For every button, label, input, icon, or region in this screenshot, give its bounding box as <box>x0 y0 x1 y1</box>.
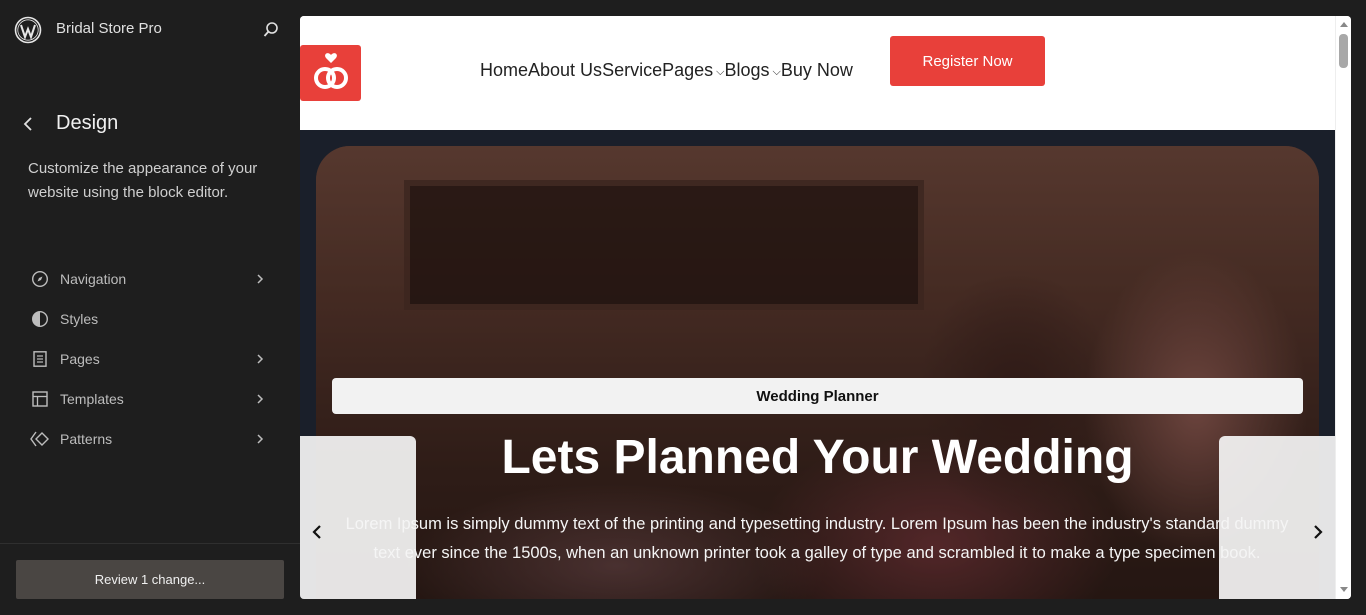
site-navigation: Home About Us Service Pages ⌵ Blogs ⌵ Buy … <box>480 60 853 81</box>
site-title: Bridal Store Pro <box>56 20 162 37</box>
nav-link-label: Blogs <box>724 60 770 80</box>
scroll-thumb[interactable] <box>1339 34 1348 68</box>
editor-sidebar: Bridal Store Pro Design Customize the ap… <box>0 0 300 615</box>
chevron-left-icon <box>312 525 321 539</box>
nav-item-label: Styles <box>60 311 99 327</box>
sidebar-footer: Review 1 change... <box>0 543 300 615</box>
diamond-icon <box>30 429 50 449</box>
nav-item-templates[interactable]: Templates <box>20 379 276 419</box>
hero-tag: Wedding Planner <box>332 378 1303 414</box>
chevron-down-icon: ⌵ <box>716 66 725 78</box>
nav-link-buy-now[interactable]: Buy Now <box>781 60 853 81</box>
nav-link-home[interactable]: Home <box>480 60 528 81</box>
half-circle-icon <box>30 309 50 329</box>
chevron-right-icon <box>257 434 264 444</box>
chevron-right-icon <box>257 274 264 284</box>
nav-link-blogs[interactable]: Blogs ⌵ <box>724 60 780 81</box>
preview-scrollbar[interactable] <box>1335 16 1351 599</box>
rings-heart-icon <box>313 53 348 89</box>
design-nav-list: Navigation Styles Pages Templates Patter… <box>20 259 276 459</box>
nav-item-label: Pages <box>60 351 100 367</box>
nav-link-pages[interactable]: Pages ⌵ <box>662 60 724 81</box>
chevron-right-icon <box>1314 525 1323 539</box>
nav-item-label: Patterns <box>60 431 113 447</box>
nav-item-patterns[interactable]: Patterns <box>20 419 276 459</box>
wordpress-logo-icon[interactable] <box>14 16 42 44</box>
chevron-right-icon <box>257 394 264 404</box>
nav-item-navigation[interactable]: Navigation <box>20 259 276 299</box>
panel-description: Customize the appearance of your website… <box>28 160 258 201</box>
register-now-button[interactable]: Register Now <box>890 36 1045 86</box>
site-logo[interactable] <box>300 45 361 101</box>
chevron-left-icon[interactable] <box>18 114 38 134</box>
scroll-up-icon[interactable] <box>1340 22 1348 27</box>
site-preview-canvas[interactable]: Home About Us Service Pages ⌵ Blogs ⌵ Buy … <box>300 16 1351 599</box>
nav-item-label: Navigation <box>60 271 127 287</box>
search-icon[interactable] <box>261 20 281 40</box>
chevron-down-icon: ⌵ <box>772 66 781 78</box>
nav-item-styles[interactable]: Styles <box>20 299 276 339</box>
nav-item-label: Templates <box>60 391 124 407</box>
nav-item-pages[interactable]: Pages <box>20 339 276 379</box>
hero-description: Lorem Ipsum is simply dummy text of the … <box>345 515 1289 562</box>
panel-title: Design <box>56 112 119 134</box>
nav-link-label: Pages <box>662 60 714 80</box>
site-header: Home About Us Service Pages ⌵ Blogs ⌵ Buy … <box>300 16 1335 130</box>
page-icon <box>30 349 50 369</box>
layout-icon <box>30 389 50 409</box>
nav-link-service[interactable]: Service <box>602 60 662 81</box>
scroll-down-icon[interactable] <box>1340 587 1348 592</box>
nav-link-about[interactable]: About Us <box>528 60 602 81</box>
hero-title: Lets Planned Your Wedding <box>501 431 1134 484</box>
compass-icon <box>30 269 50 289</box>
chevron-right-icon <box>257 354 264 364</box>
review-changes-button[interactable]: Review 1 change... <box>16 560 284 599</box>
